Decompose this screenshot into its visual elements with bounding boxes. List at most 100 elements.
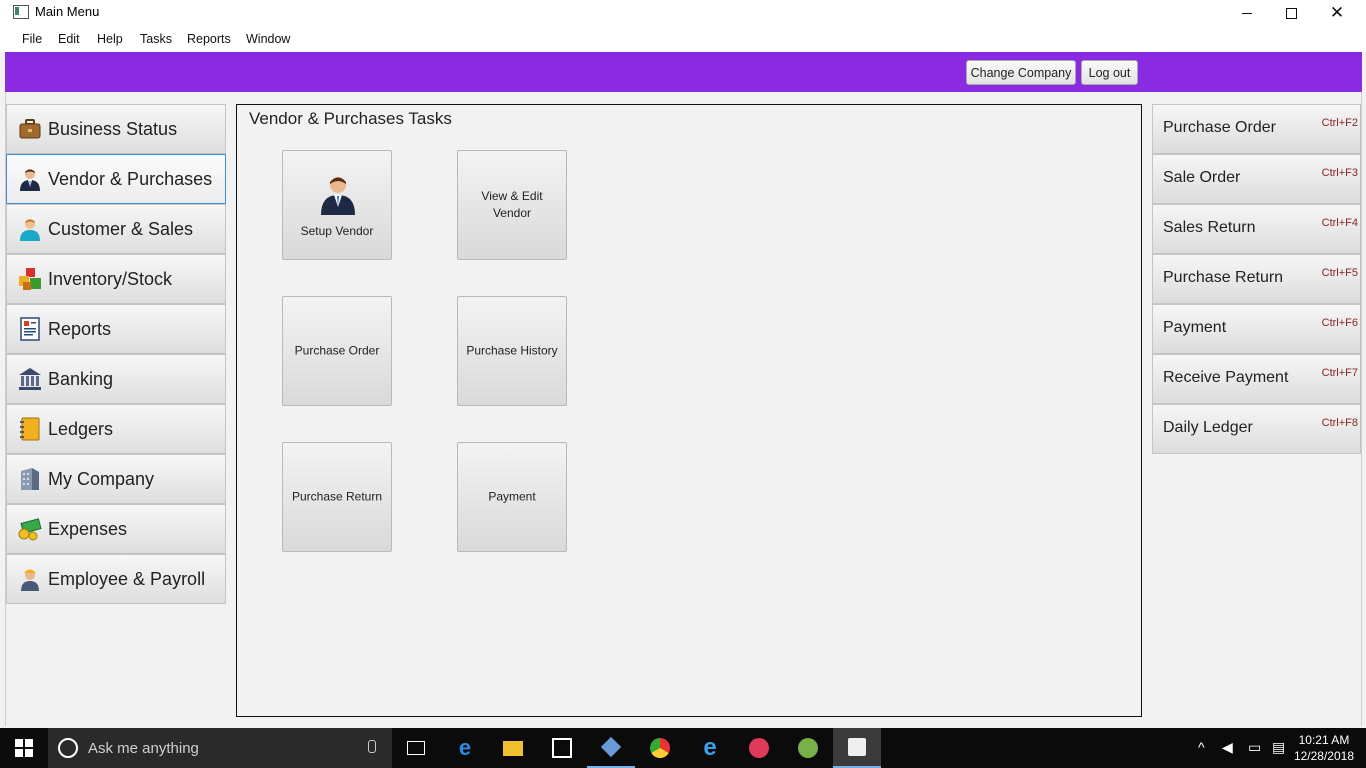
worker-icon [18,567,42,591]
sidebar-item-label: Business Status [48,118,178,139]
chevron-up-icon[interactable]: ^ [1198,739,1205,755]
view-edit-vendor-button[interactable]: View & Edit Vendor [457,150,567,260]
sidebar-item-ledgers[interactable]: Ledgers [6,404,226,454]
quick-payment[interactable]: Payment Ctrl+F6 [1152,304,1361,354]
quick-label: Payment [1163,319,1227,336]
sidebar-item-label: Expenses [48,518,128,539]
shortcut-hint: Ctrl+F8 [1321,417,1358,429]
quick-sales-return[interactable]: Sales Return Ctrl+F4 [1152,204,1361,254]
businessman-icon [18,167,42,191]
boxes-icon [18,267,42,291]
menu-file[interactable]: File [22,32,42,46]
sidebar-item-label: Ledgers [48,418,114,439]
quick-purchase-order[interactable]: Purchase Order Ctrl+F2 [1152,104,1361,154]
purchase-order-button[interactable]: Purchase Order [282,296,392,406]
shortcut-hint: Ctrl+F7 [1321,367,1358,379]
quick-label: Sales Return [1163,219,1256,236]
network-icon[interactable]: ▭ [1248,739,1261,756]
quick-daily-ledger[interactable]: Daily Ledger Ctrl+F8 [1152,404,1361,454]
sidebar-item-banking[interactable]: Banking [6,354,226,404]
menu-edit[interactable]: Edit [58,32,80,46]
sidebar-item-reports[interactable]: Reports [6,304,226,354]
notification-icon[interactable]: ▤ [1272,739,1285,756]
task-view-icon[interactable] [392,728,440,768]
menu-reports[interactable]: Reports [187,32,231,46]
chrome-icon[interactable] [636,728,684,768]
quick-label: Daily Ledger [1163,419,1253,436]
money-icon [18,517,42,541]
report-icon [18,317,42,341]
clock[interactable]: 10:21 AM 12/28/2018 [1294,732,1354,764]
menu-tasks[interactable]: Tasks [140,32,172,46]
logout-button[interactable]: Log out [1081,60,1138,85]
task-label: Purchase History [466,343,558,358]
sidebar-item-expenses[interactable]: Expenses [6,504,226,554]
quick-label: Receive Payment [1163,369,1289,386]
businessman-icon [318,173,358,215]
java-app-icon[interactable] [833,728,881,768]
maximize-button[interactable] [1268,0,1314,26]
virtualbox-icon[interactable] [587,728,635,768]
header-banner [5,52,1362,92]
sidebar-item-label: Customer & Sales [48,218,194,239]
panel-title: Vendor & Purchases Tasks [249,109,452,128]
store-icon[interactable] [538,728,586,768]
sidebar-item-label: Inventory/Stock [48,268,173,289]
task-label: Setup Vendor [300,224,374,238]
window-title: Main Menu [35,4,100,19]
sidebar-item-employee-payroll[interactable]: Employee & Payroll [6,554,226,604]
sidebar-item-customer-sales[interactable]: Customer & Sales [6,204,226,254]
start-button[interactable] [0,728,48,768]
sidebar-item-inventory-stock[interactable]: Inventory/Stock [6,254,226,304]
media-player-icon[interactable] [735,728,783,768]
quick-sale-order[interactable]: Sale Order Ctrl+F3 [1152,154,1361,204]
sidebar-item-label: Vendor & Purchases [48,168,213,189]
sidebar-item-label: Employee & Payroll [48,568,206,589]
menu-bar: File Edit Help Tasks Reports Window [0,26,1366,52]
task-panel: Vendor & Purchases Tasks Setup Vendor Vi… [236,104,1142,717]
app-icon [13,5,29,19]
edge-icon[interactable]: e [441,728,489,768]
minimize-button[interactable] [1224,0,1270,26]
sidebar-item-label: Banking [48,368,114,389]
sidebar-item-label: My Company [48,468,155,489]
menu-window[interactable]: Window [246,32,290,46]
file-explorer-icon[interactable] [489,728,537,768]
taskbar-search[interactable]: Ask me anything [48,728,392,768]
sidebar-item-business-status[interactable]: Business Status [6,104,226,154]
purchase-history-button[interactable]: Purchase History [457,296,567,406]
sidebar-item-my-company[interactable]: My Company [6,454,226,504]
quick-receive-payment[interactable]: Receive Payment Ctrl+F7 [1152,354,1361,404]
shortcut-hint: Ctrl+F3 [1321,167,1358,179]
internet-explorer-icon[interactable]: e [686,728,734,768]
setup-vendor-button[interactable]: Setup Vendor [282,150,392,260]
microphone-icon [368,740,376,753]
purchase-return-button[interactable]: Purchase Return [282,442,392,552]
volume-icon[interactable]: ◀ [1222,739,1233,756]
search-placeholder: Ask me anything [88,740,199,757]
sidebar-item-vendor-purchases[interactable]: Vendor & Purchases [6,154,226,204]
task-label: Payment [488,489,536,504]
customer-icon [18,217,42,241]
window-right-border [1361,92,1362,726]
menu-help[interactable]: Help [97,32,123,46]
task-label: Purchase Return [291,489,383,504]
task-label: View & Edit Vendor [481,189,543,220]
shortcut-hint: Ctrl+F5 [1321,267,1358,279]
close-button[interactable]: ✕ [1314,0,1360,26]
windows-logo-icon [15,739,33,757]
shortcut-hint: Ctrl+F2 [1321,117,1358,129]
quick-label: Purchase Return [1163,269,1284,286]
title-bar: Main Menu ✕ [0,0,1366,26]
payment-button[interactable]: Payment [457,442,567,552]
briefcase-icon [18,117,42,141]
quick-purchase-return[interactable]: Purchase Return Ctrl+F5 [1152,254,1361,304]
android-studio-icon[interactable] [784,728,832,768]
sidebar-item-label: Reports [48,318,112,339]
shortcut-hint: Ctrl+F4 [1321,217,1358,229]
quick-label: Purchase Order [1163,119,1276,136]
change-company-button[interactable]: Change Company [966,60,1076,85]
task-label: Purchase Order [294,343,380,358]
clock-time: 10:21 AM [1298,733,1350,747]
clock-date: 12/28/2018 [1293,749,1354,763]
